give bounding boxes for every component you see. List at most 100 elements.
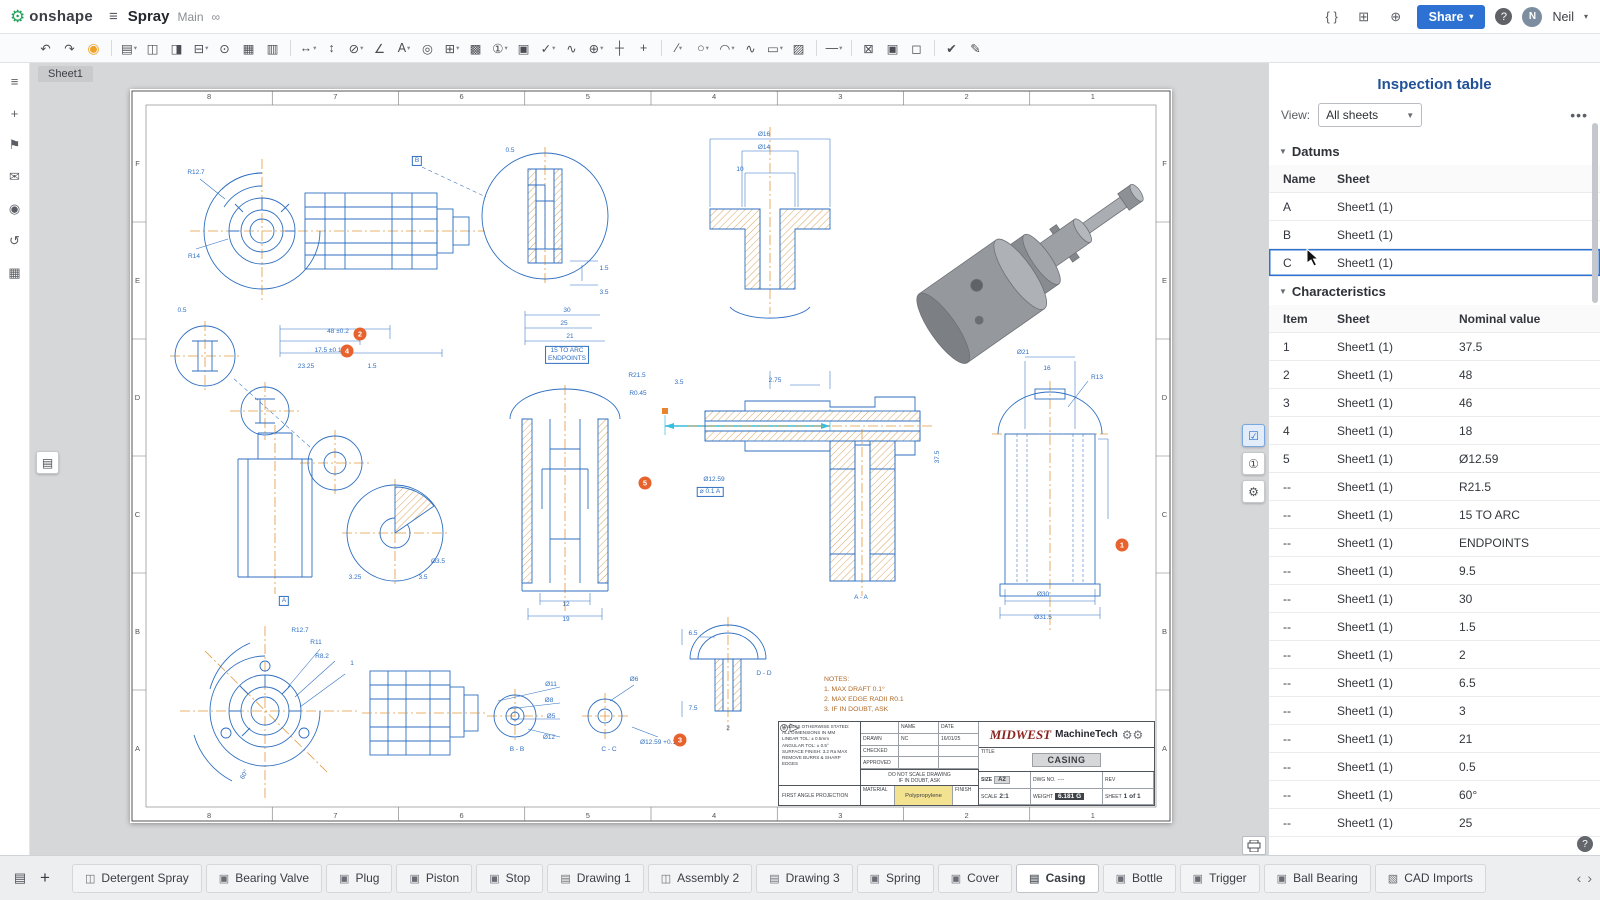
inspection-settings-tool[interactable]: ⚙ [1242, 480, 1265, 503]
table-icon[interactable]: ⊞▾ [441, 37, 463, 59]
insert-image-icon[interactable]: ▣ [882, 37, 904, 59]
hatch-icon[interactable]: ▨ [788, 37, 810, 59]
help-float-icon[interactable]: ? [1577, 836, 1593, 852]
circle-tool-icon[interactable]: ○▾ [692, 37, 714, 59]
balloon-icon[interactable]: ①▾ [489, 37, 511, 59]
characteristic-row[interactable]: -- Sheet1 (1) 60° [1269, 781, 1600, 809]
tab-plug[interactable]: ▣Plug [326, 864, 392, 893]
tab-trigger[interactable]: ▣Trigger [1180, 864, 1260, 893]
detail-view-icon[interactable]: ⊙ [214, 37, 236, 59]
centerline-icon[interactable]: ┼ [609, 37, 631, 59]
learning-center-icon[interactable]: ⊕ [1385, 9, 1407, 25]
inspection-balloon[interactable]: 2 [354, 328, 367, 341]
tab-casing[interactable]: ▤Casing [1016, 864, 1098, 893]
eraser-icon[interactable]: ◻ [906, 37, 928, 59]
characteristic-row[interactable]: -- Sheet1 (1) 0.5 [1269, 753, 1600, 781]
inspection-balloon[interactable]: 5 [639, 477, 652, 490]
note-icon[interactable]: A▾ [393, 37, 415, 59]
crop-view-icon[interactable]: ▦ [238, 37, 260, 59]
style-panel-icon[interactable]: ⚑ [5, 135, 25, 155]
characteristic-row[interactable]: -- Sheet1 (1) 25 [1269, 809, 1600, 837]
break-view-icon[interactable]: ▥ [262, 37, 284, 59]
scrollbar-thumb[interactable] [1592, 123, 1598, 303]
history-icon[interactable]: ↺ [5, 231, 25, 251]
toolbar-separator[interactable] [290, 40, 291, 56]
characteristic-row[interactable]: -- Sheet1 (1) ENDPOINTS [1269, 529, 1600, 557]
toolbar-separator[interactable] [111, 40, 112, 56]
tab-spring[interactable]: ▣Spring [857, 864, 934, 893]
C[interactable]: C Sheet1 (1) [1269, 249, 1600, 277]
drawing-sheet[interactable]: 87654321 87654321 FEDCBA FEDCBA R12.7R14… [130, 89, 1172, 823]
auxiliary-view-icon[interactable]: ◨ [166, 37, 188, 59]
hole-table-icon[interactable]: ▩ [465, 37, 487, 59]
characteristic-row[interactable]: -- Sheet1 (1) 21 [1269, 725, 1600, 753]
characteristic-row[interactable]: -- Sheet1 (1) R21.5 [1269, 473, 1600, 501]
weld-symbol-icon[interactable]: ∿ [561, 37, 583, 59]
link-icon[interactable]: ∞ [212, 10, 221, 24]
tab-assembly-2[interactable]: ◫Assembly 2 [648, 864, 752, 893]
inspection-balloon[interactable]: 3 [674, 734, 687, 747]
share-button[interactable]: Share▾ [1417, 5, 1486, 29]
geometric-tolerance-icon[interactable]: ⊕▾ [585, 37, 607, 59]
inspection-pen-icon[interactable]: ✎ [965, 37, 987, 59]
tab-bearing-valve[interactable]: ▣Bearing Valve [206, 864, 322, 893]
tab-piston[interactable]: ▣Piston [396, 864, 472, 893]
diameter-dimension-icon[interactable]: ⊘▾ [345, 37, 367, 59]
tab-cad-imports[interactable]: ▧CAD Imports [1375, 864, 1486, 893]
line-tool-icon[interactable]: ∕▾ [668, 37, 690, 59]
help-icon[interactable]: ? [1495, 8, 1512, 25]
find-annotation-icon[interactable]: ◎ [417, 37, 439, 59]
characteristic-row[interactable]: 5 Sheet1 (1) Ø12.59 [1269, 445, 1600, 473]
arc-tool-icon[interactable]: ◠▾ [716, 37, 738, 59]
characteristics-section-header[interactable]: ▼Characteristics [1269, 277, 1600, 305]
inspection-check-icon[interactable]: ✔ [941, 37, 963, 59]
characteristic-row[interactable]: -- Sheet1 (1) 30 [1269, 585, 1600, 613]
toolbar-separator[interactable] [816, 40, 817, 56]
drawing-canvas[interactable]: Sheet1 [30, 63, 1268, 855]
ordinate-dimension-icon[interactable]: ↕ [321, 37, 343, 59]
tab-manager-icon[interactable]: ▤ [8, 866, 32, 890]
selected-dimension-grip[interactable] [661, 407, 669, 415]
tab-ball-bearing[interactable]: ▣Ball Bearing [1264, 864, 1371, 893]
tab-stop[interactable]: ▣Stop [476, 864, 543, 893]
main-menu-icon[interactable]: ≡ [109, 8, 118, 25]
section-view-icon[interactable]: ⊟▾ [190, 37, 212, 59]
insert-dwg-icon[interactable]: ⊠ [858, 37, 880, 59]
inspection-balloon[interactable]: 4 [341, 345, 354, 358]
inspection-balloon-tool[interactable]: ① [1242, 452, 1265, 475]
avatar[interactable]: N [1522, 7, 1542, 27]
tab-bottle[interactable]: ▣Bottle [1103, 864, 1176, 893]
undo-icon[interactable]: ↶ [35, 37, 57, 59]
inspection-select-tool[interactable]: ☑ [1242, 424, 1265, 447]
projected-view-icon[interactable]: ◫ [142, 37, 164, 59]
inspection-balloon[interactable]: 1 [1116, 539, 1129, 552]
redo-icon[interactable]: ↷ [59, 37, 81, 59]
toolbar-separator[interactable] [661, 40, 662, 56]
characteristic-row[interactable]: -- Sheet1 (1) 2 [1269, 641, 1600, 669]
center-mark-icon[interactable]: + [633, 37, 655, 59]
insert-view-icon[interactable]: ▤▾ [118, 37, 140, 59]
document-panel-icon[interactable]: ≡ [5, 71, 25, 91]
tab-detergent-spray[interactable]: ◫Detergent Spray [72, 864, 202, 893]
tab-scroll-right-icon[interactable]: › [1587, 870, 1592, 886]
surface-finish-icon[interactable]: ✓▾ [537, 37, 559, 59]
display-options-icon[interactable]: ◉ [5, 199, 25, 219]
toolbar-separator[interactable] [851, 40, 852, 56]
characteristic-row[interactable]: -- Sheet1 (1) 15 TO ARC [1269, 501, 1600, 529]
A[interactable]: A Sheet1 (1) [1269, 193, 1600, 221]
chamfer-dimension-icon[interactable]: ∠ [369, 37, 391, 59]
characteristic-row[interactable]: -- Sheet1 (1) 9.5 [1269, 557, 1600, 585]
print-icon[interactable] [1242, 836, 1266, 855]
characteristic-row[interactable]: 2 Sheet1 (1) 48 [1269, 361, 1600, 389]
comments-panel-icon[interactable]: ✉ [5, 167, 25, 187]
datum-icon[interactable]: ▣ [513, 37, 535, 59]
characteristic-row[interactable]: -- Sheet1 (1) 6.5 [1269, 669, 1600, 697]
auto-balloon-icon[interactable]: ◉ [83, 37, 105, 59]
spline-tool-icon[interactable]: ∿ [740, 37, 762, 59]
create-view-icon[interactable]: + [5, 103, 25, 123]
view-select[interactable]: All sheets▼ [1318, 103, 1422, 127]
tab-drawing-1[interactable]: ▤Drawing 1 [547, 864, 643, 893]
sheet-tab[interactable]: Sheet1 [38, 66, 93, 82]
tables-panel-icon[interactable]: ▦ [5, 263, 25, 283]
toolbar-separator[interactable] [934, 40, 935, 56]
